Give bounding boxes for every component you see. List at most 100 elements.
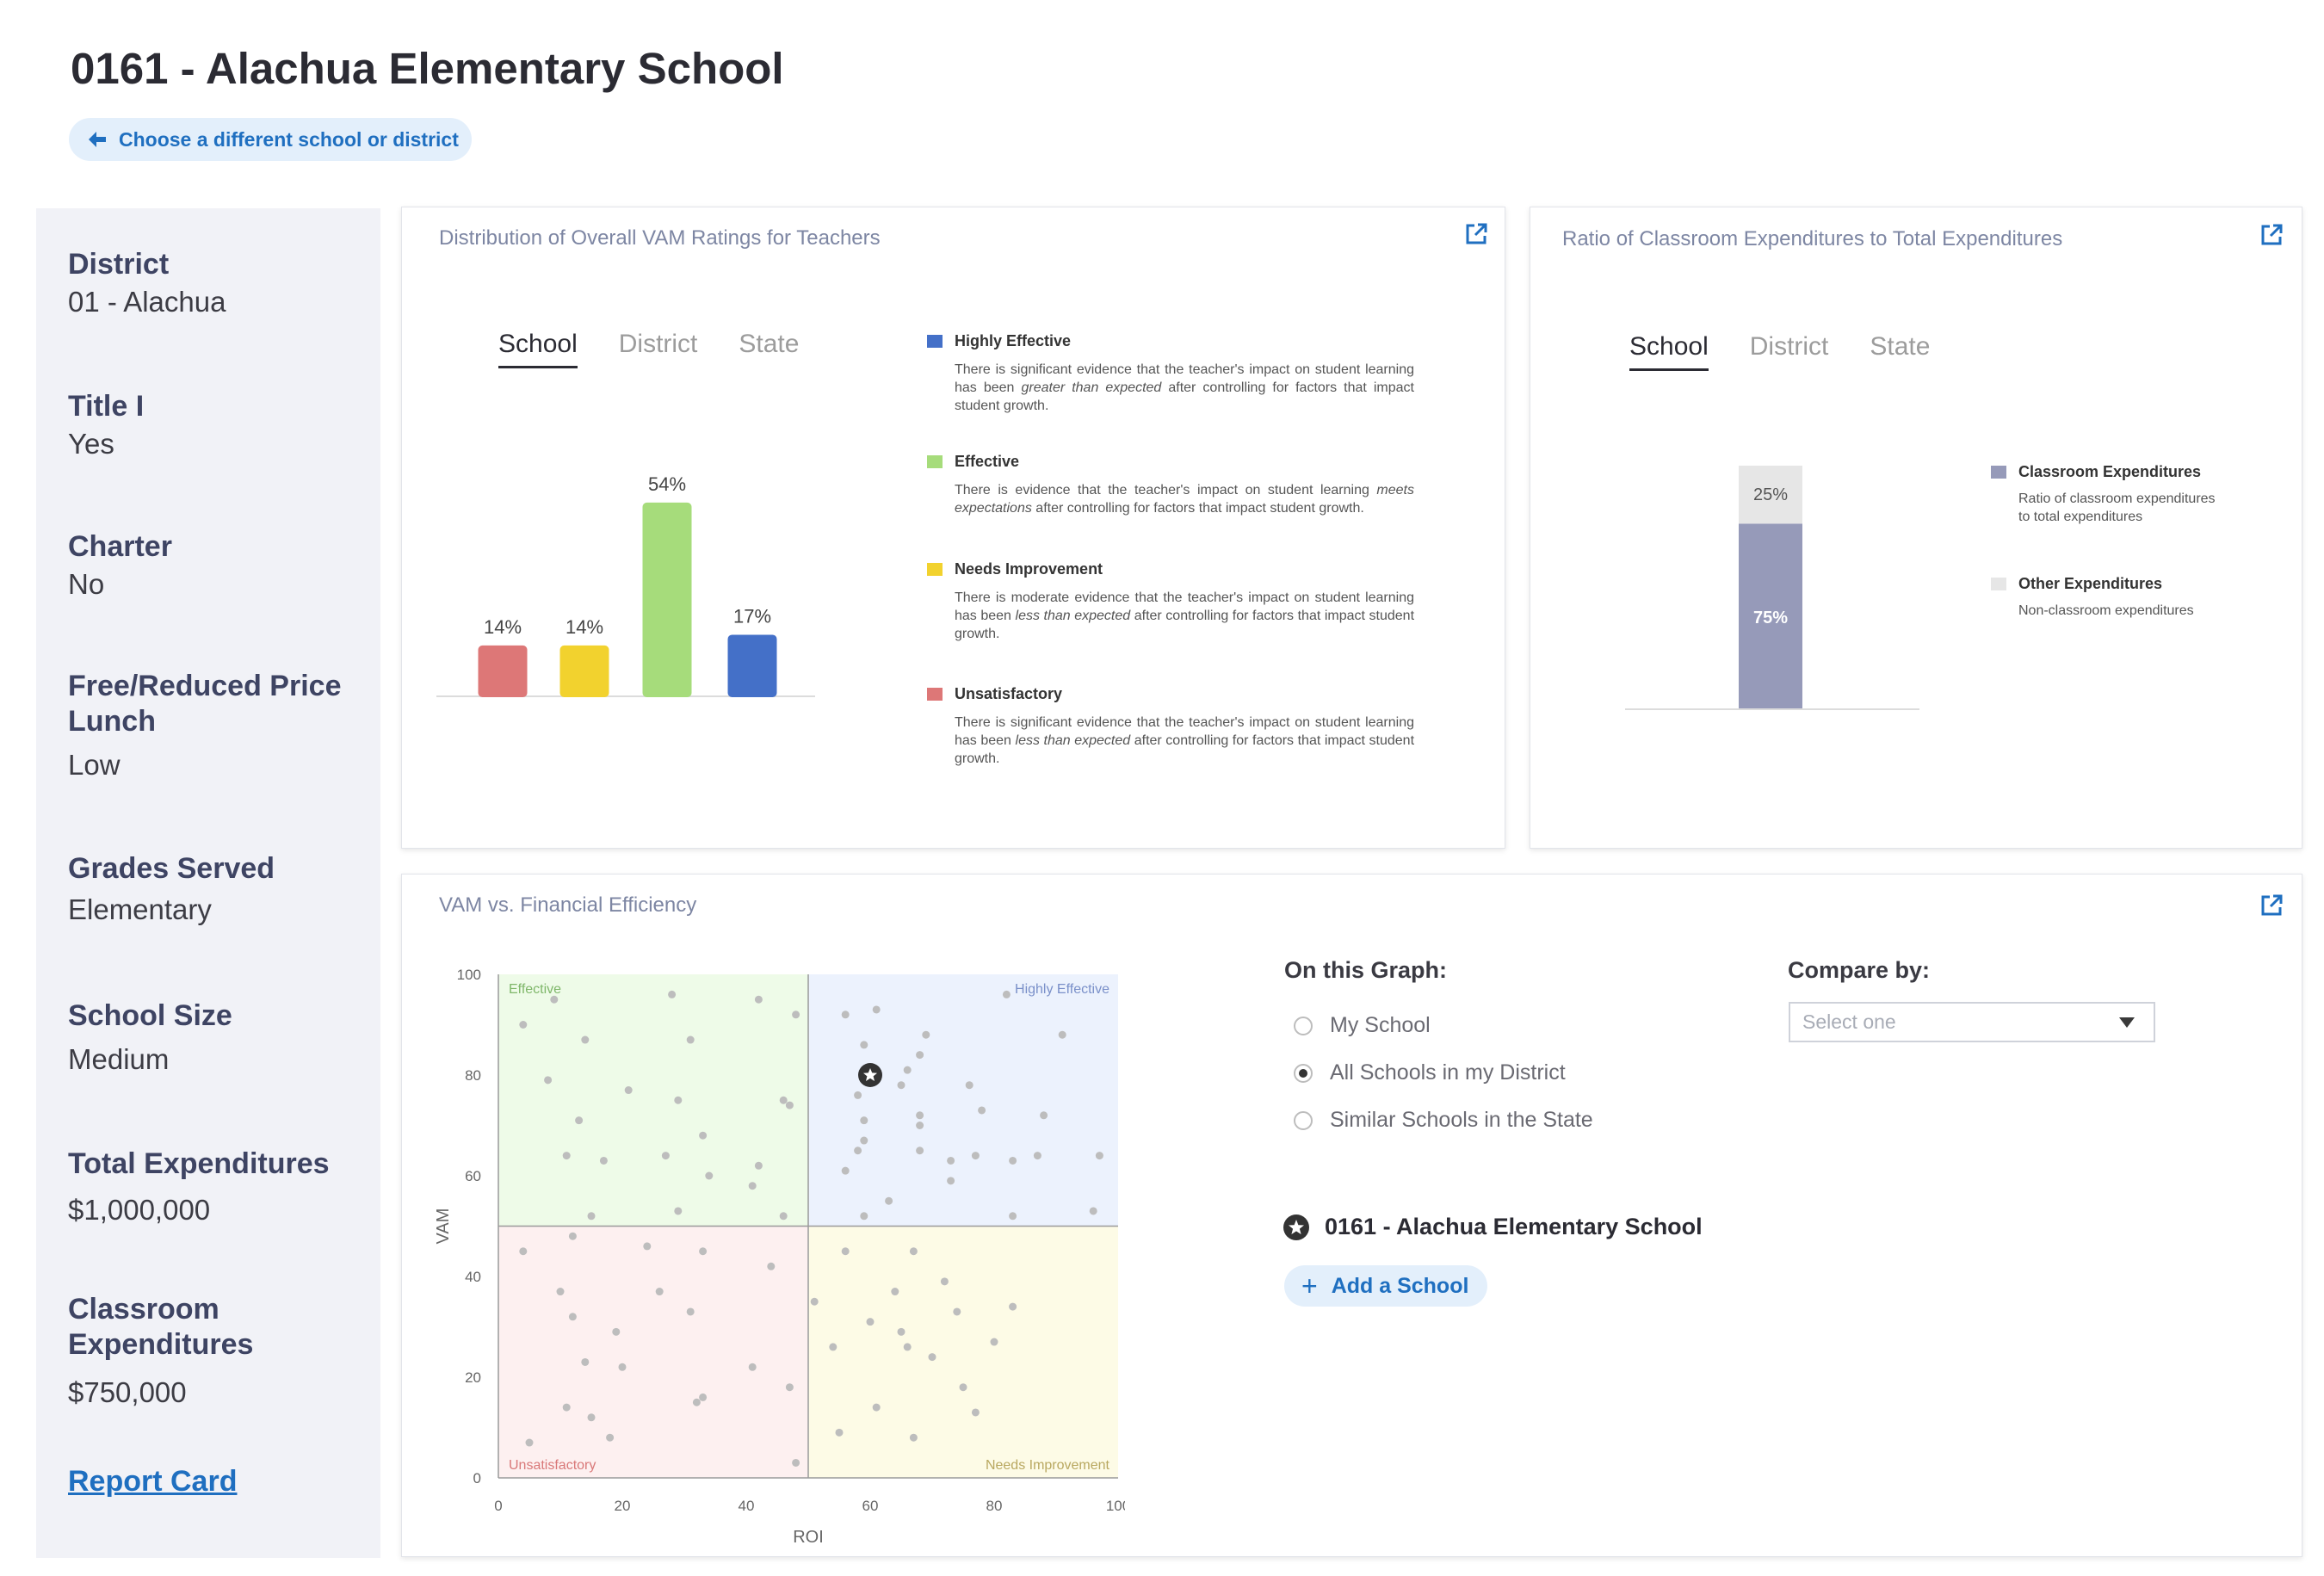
scatter-point bbox=[916, 1122, 924, 1129]
radio-all-schools-in-district[interactable]: All Schools in my District bbox=[1294, 1060, 1566, 1085]
scatter-point bbox=[872, 1403, 881, 1412]
scatter-point bbox=[990, 1338, 998, 1346]
bar-value-label: 14% bbox=[484, 616, 522, 638]
bar-unsatisfactory bbox=[478, 645, 528, 697]
radio-my-school[interactable]: My School bbox=[1294, 1013, 1431, 1038]
scatter-point bbox=[544, 1076, 553, 1085]
sidebar-item-grades-served: Grades Served Elementary bbox=[68, 851, 275, 926]
scatter-point bbox=[562, 1152, 571, 1160]
sidebar-item-total-expenditures: Total Expenditures $1,000,000 bbox=[68, 1146, 330, 1227]
selected-school-marker bbox=[858, 1063, 882, 1087]
scatter-point bbox=[562, 1403, 571, 1412]
scatter-point bbox=[779, 1212, 788, 1221]
legend-other-expenditures: Other Expenditures Non-classroom expendi… bbox=[1991, 575, 2266, 620]
arrow-left-icon bbox=[89, 132, 106, 147]
classroom-expenditures-swatch bbox=[1991, 466, 2006, 479]
other-expenditures-swatch bbox=[1991, 578, 2006, 590]
scatter-point bbox=[1040, 1111, 1048, 1120]
sidebar-item-title-i: Title I Yes bbox=[68, 389, 144, 460]
expenditure-ratio-title: Ratio of Classroom Expenditures to Total… bbox=[1562, 227, 2063, 250]
scatter-point bbox=[699, 1131, 708, 1140]
scatter-point bbox=[860, 1041, 868, 1049]
x-tick-label: 60 bbox=[862, 1498, 879, 1514]
district-label: District bbox=[68, 248, 170, 281]
vam-vs-efficiency-title: VAM vs. Financial Efficiency bbox=[439, 893, 697, 917]
scatter-point bbox=[866, 1318, 875, 1326]
radio-button[interactable] bbox=[1294, 1016, 1313, 1035]
classroom-expenditures-value: $750,000 bbox=[68, 1376, 187, 1408]
expenditure-ratio-card: Ratio of Classroom Expenditures to Total… bbox=[1530, 207, 2302, 849]
tab-district[interactable]: District bbox=[619, 330, 698, 368]
report-card-link[interactable]: Report Card bbox=[68, 1465, 237, 1499]
radio-button[interactable] bbox=[1294, 1110, 1313, 1130]
x-axis-title: ROI bbox=[793, 1528, 824, 1547]
scatter-point bbox=[606, 1433, 615, 1442]
scatter-point bbox=[581, 1357, 590, 1366]
choose-different-school-button[interactable]: Choose a different school or district bbox=[69, 118, 472, 161]
scatter-point bbox=[568, 1313, 577, 1321]
add-school-button[interactable]: + Add a School bbox=[1284, 1265, 1487, 1307]
on-this-graph-heading: On this Graph: bbox=[1284, 957, 1447, 983]
legend-classroom-expenditures: Classroom Expenditures Ratio of classroo… bbox=[1991, 463, 2266, 526]
selected-school-name: 0161 - Alachua Elementary School bbox=[1325, 1214, 1703, 1239]
radio-label: Similar Schools in the State bbox=[1330, 1108, 1593, 1132]
scatter-point bbox=[835, 1428, 844, 1437]
grades-served-label: Grades Served bbox=[68, 852, 275, 885]
stack-segment-label: 75% bbox=[1753, 609, 1788, 627]
scatter-point bbox=[928, 1353, 936, 1362]
scatter-point bbox=[860, 1116, 868, 1125]
radio-button[interactable] bbox=[1294, 1063, 1313, 1083]
free-reduced-lunch-label-line2: Lunch bbox=[68, 705, 156, 738]
scatter-point bbox=[754, 1161, 763, 1170]
y-tick-label: 80 bbox=[465, 1067, 481, 1084]
scatter-point bbox=[854, 1091, 862, 1099]
scatter-point bbox=[897, 1081, 905, 1090]
chevron-down-icon bbox=[2119, 1017, 2135, 1028]
scatter-point bbox=[965, 1081, 973, 1090]
scatter-point bbox=[668, 990, 677, 998]
y-axis-title: VAM bbox=[434, 1208, 453, 1245]
free-reduced-lunch-value: Low bbox=[68, 749, 121, 781]
add-school-label: Add a School bbox=[1331, 1273, 1469, 1298]
needs-improvement-legend-label: Needs Improvement bbox=[955, 560, 1103, 578]
scatter-point bbox=[686, 1035, 695, 1044]
scatter-point bbox=[1009, 1302, 1017, 1311]
scatter-point bbox=[903, 1343, 912, 1351]
effective-description: There is evidence that the teacher's imp… bbox=[955, 483, 1414, 516]
tab-school[interactable]: School bbox=[1629, 332, 1709, 371]
other-expenditures-description: Non-classroom expenditures bbox=[2018, 603, 2194, 618]
sidebar-item-charter: Charter No bbox=[68, 529, 172, 601]
tab-state[interactable]: State bbox=[1870, 332, 1930, 371]
scatter-point bbox=[599, 1156, 608, 1165]
scatter-point bbox=[1095, 1152, 1103, 1160]
external-link-icon[interactable] bbox=[2259, 893, 2284, 918]
scatter-point bbox=[860, 1136, 868, 1145]
quadrant-label: Unsatisfactory bbox=[509, 1458, 596, 1473]
external-link-icon[interactable] bbox=[2259, 223, 2284, 247]
needs-improvement-swatch bbox=[927, 563, 943, 576]
compare-by-select[interactable]: Select one bbox=[1789, 1002, 2155, 1042]
quadrant-label: Highly Effective bbox=[1015, 982, 1109, 997]
external-link-icon[interactable] bbox=[1464, 222, 1488, 246]
radio-similar-schools-in-state[interactable]: Similar Schools in the State bbox=[1294, 1108, 1593, 1133]
scatter-point bbox=[754, 995, 763, 1004]
scatter-point bbox=[971, 1152, 980, 1160]
tab-school[interactable]: School bbox=[498, 330, 578, 368]
choose-different-school-label: Choose a different school or district bbox=[119, 127, 459, 151]
scatter-point bbox=[785, 1101, 794, 1109]
scatter-point bbox=[568, 1232, 577, 1240]
scatter-point bbox=[1058, 1030, 1066, 1039]
scatter-point bbox=[699, 1393, 708, 1401]
scatter-point bbox=[1002, 990, 1011, 998]
y-tick-label: 60 bbox=[465, 1168, 481, 1184]
tab-district[interactable]: District bbox=[1750, 332, 1829, 371]
total-expenditures-value: $1,000,000 bbox=[68, 1194, 211, 1226]
quadrant-needs-improvement bbox=[808, 1226, 1118, 1478]
tab-state[interactable]: State bbox=[739, 330, 799, 368]
scatter-point bbox=[916, 1111, 924, 1120]
classroom-expenditures-legend-label: Classroom Expenditures bbox=[2018, 463, 2202, 480]
y-tick-label: 0 bbox=[473, 1470, 481, 1486]
scatter-point bbox=[959, 1383, 967, 1392]
bar-value-label: 14% bbox=[566, 616, 603, 638]
scatter-point bbox=[829, 1343, 838, 1351]
